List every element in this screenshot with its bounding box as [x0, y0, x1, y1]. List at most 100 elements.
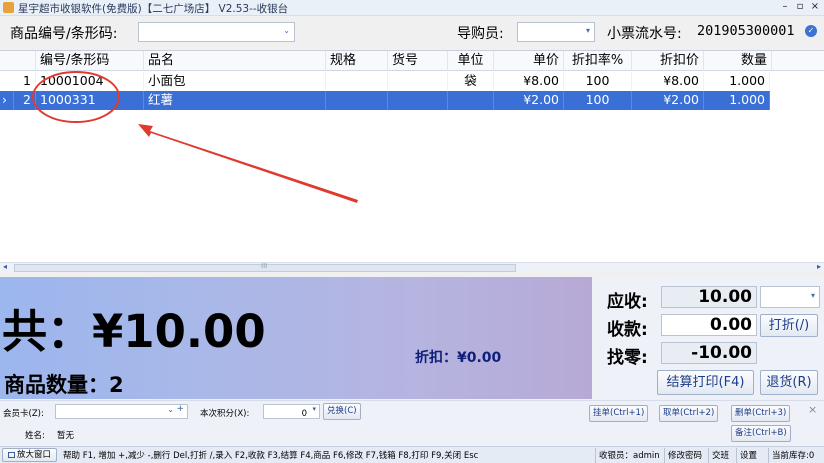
points-value: 0: [301, 409, 307, 419]
current-stock: 当前库存:0: [772, 451, 815, 461]
row-number: 2: [14, 91, 36, 110]
row-number: 1: [0, 72, 36, 91]
row-discount-rate[interactable]: 100: [564, 72, 632, 91]
divider: [736, 448, 737, 463]
row-code[interactable]: 10001004: [36, 72, 144, 91]
scroll-left-icon[interactable]: ◂: [3, 262, 7, 271]
scroll-grip-icon: III: [261, 262, 268, 270]
change-value: -10.00: [661, 342, 757, 364]
grid-header-filler: [772, 51, 824, 71]
chevron-down-icon[interactable]: ▾: [811, 291, 815, 300]
row-name[interactable]: 小面包: [144, 72, 326, 91]
close-button[interactable]: ×: [808, 0, 822, 15]
status-bar: 放大窗口 帮助 F1, 增加 +,减少 -,删行 Del,打折 /,录入 F2,…: [0, 446, 824, 463]
settings-link[interactable]: 设置: [740, 449, 757, 461]
row-qty[interactable]: 1.000: [704, 72, 770, 91]
refresh-icon[interactable]: ✓: [805, 25, 817, 37]
divider: [595, 448, 596, 463]
item-count: 商品数量：2: [4, 373, 124, 397]
grid-header-rownum: [0, 51, 36, 71]
due-value: 10.00: [661, 286, 757, 308]
product-code-input[interactable]: ⌄: [138, 22, 295, 42]
row-discount-rate[interactable]: 100: [564, 91, 632, 110]
member-card-input[interactable]: ⌄ +: [55, 404, 188, 419]
divider: [708, 448, 709, 463]
product-code-label: 商品编号/条形码:: [10, 26, 118, 42]
chevron-down-icon[interactable]: ⌄: [167, 405, 174, 414]
guide-label: 导购员:: [457, 26, 504, 42]
received-label: 收款:: [607, 320, 648, 340]
row-name[interactable]: 红薯: [144, 91, 326, 110]
return-button[interactable]: 退货(R): [760, 370, 818, 395]
received-input[interactable]: 0.00: [661, 314, 757, 336]
shift-handover-link[interactable]: 交班: [712, 449, 729, 461]
row-spec[interactable]: [326, 72, 388, 91]
restore-button[interactable]: ▫: [793, 0, 807, 15]
row-qty[interactable]: 1.000: [704, 91, 770, 110]
chevron-down-icon[interactable]: ▾: [586, 26, 590, 35]
guide-select[interactable]: ▾: [517, 22, 595, 42]
row-sku[interactable]: [388, 72, 448, 91]
total-panel: 共：¥10.00 折扣：¥0.00 商品数量：2: [0, 277, 592, 399]
enlarge-window-label: 放大窗口: [16, 450, 51, 460]
close-icon[interactable]: ×: [808, 403, 817, 416]
row-price[interactable]: ¥8.00: [494, 72, 564, 91]
hold-order-button[interactable]: 挂单(Ctrl+1): [589, 405, 649, 422]
scrollbar-thumb[interactable]: III: [14, 262, 516, 272]
app-icon: [3, 2, 14, 13]
row-pointer-icon: ›: [0, 91, 14, 110]
grid-header-price[interactable]: 单价: [494, 51, 564, 71]
member-name-value: 暂无: [57, 431, 75, 441]
change-password-link[interactable]: 修改密码: [668, 449, 702, 461]
grand-total: 共：¥10.00: [2, 305, 266, 358]
exchange-button[interactable]: 兑换(C): [323, 403, 361, 420]
row-discount-price[interactable]: ¥2.00: [632, 91, 704, 110]
retrieve-order-button[interactable]: 取单(Ctrl+2): [659, 405, 719, 422]
grid-header-name[interactable]: 品名: [144, 51, 326, 71]
row-unit[interactable]: [448, 91, 494, 110]
delete-order-button[interactable]: 删单(Ctrl+3): [731, 405, 791, 422]
member-card-label: 会员卡(Z):: [3, 409, 44, 419]
title-bar: 星宇超市收银软件(免费版)【二七广场店】 V2.53--收银台 – ▫ ×: [0, 0, 824, 16]
change-label: 找零:: [607, 348, 648, 368]
spinner-icon[interactable]: ▾: [312, 405, 316, 413]
enlarge-window-button[interactable]: 放大窗口: [2, 448, 57, 462]
shortcut-help: 帮助 F1, 增加 +,减少 -,删行 Del,打折 /,录入 F2,收款 F3…: [63, 451, 479, 461]
chevron-down-icon[interactable]: ⌄: [283, 26, 290, 35]
payment-method-select[interactable]: ▾: [760, 286, 820, 308]
grid-header-discount-price[interactable]: 折扣价: [632, 51, 704, 71]
points-input[interactable]: 0 ▾: [263, 404, 320, 419]
row-sku[interactable]: [388, 91, 448, 110]
grid-header-unit[interactable]: 单位: [448, 51, 494, 71]
points-label: 本次积分(X):: [200, 409, 250, 419]
note-button[interactable]: 备注(Ctrl+B): [731, 425, 791, 442]
grid-header-spec[interactable]: 规格: [326, 51, 388, 71]
receipt-number: 201905300001: [697, 23, 795, 39]
row-unit[interactable]: 袋: [448, 72, 494, 91]
scroll-right-icon[interactable]: ▸: [817, 262, 821, 271]
grid-header-qty[interactable]: 数量: [704, 51, 772, 71]
receipt-label: 小票流水号:: [607, 26, 682, 42]
grid-header-sku[interactable]: 货号: [388, 51, 448, 71]
cashier-info: 收银员：admin: [599, 451, 660, 461]
member-name-label: 姓名:: [25, 431, 45, 441]
divider: [768, 448, 769, 463]
member-area: 会员卡(Z): ⌄ + 本次积分(X): 0 ▾ 兑换(C) 姓名: 暂无 挂单…: [0, 400, 824, 446]
grid-header-discount-rate[interactable]: 折扣率%: [564, 51, 632, 71]
payment-panel: 应收: 10.00 ▾ 收款: 0.00 打折(/) 找零: -10.00 结算…: [594, 277, 824, 399]
row-spec[interactable]: [326, 91, 388, 110]
add-icon[interactable]: +: [176, 404, 184, 414]
table-row-selected[interactable]: › 2 1000331 红薯 ¥2.00 100 ¥2.00 1.000: [0, 91, 770, 110]
minimize-button[interactable]: –: [778, 0, 792, 15]
checkout-print-button[interactable]: 结算打印(F4): [657, 370, 754, 395]
row-discount-price[interactable]: ¥8.00: [632, 72, 704, 91]
grid-header-code[interactable]: 编号/条形码: [36, 51, 144, 71]
discount-button[interactable]: 打折(/): [760, 314, 818, 337]
row-code[interactable]: 1000331: [36, 91, 144, 110]
row-price[interactable]: ¥2.00: [494, 91, 564, 110]
discount-total: 折扣：¥0.00: [415, 350, 502, 366]
product-grid[interactable]: 编号/条形码 品名 规格 货号 单位 单价 折扣率% 折扣价 数量 1 1000…: [0, 50, 824, 268]
table-row[interactable]: 1 10001004 小面包 袋 ¥8.00 100 ¥8.00 1.000: [0, 72, 770, 91]
divider: [664, 448, 665, 463]
horizontal-scrollbar[interactable]: ◂ III ▸: [0, 262, 824, 272]
